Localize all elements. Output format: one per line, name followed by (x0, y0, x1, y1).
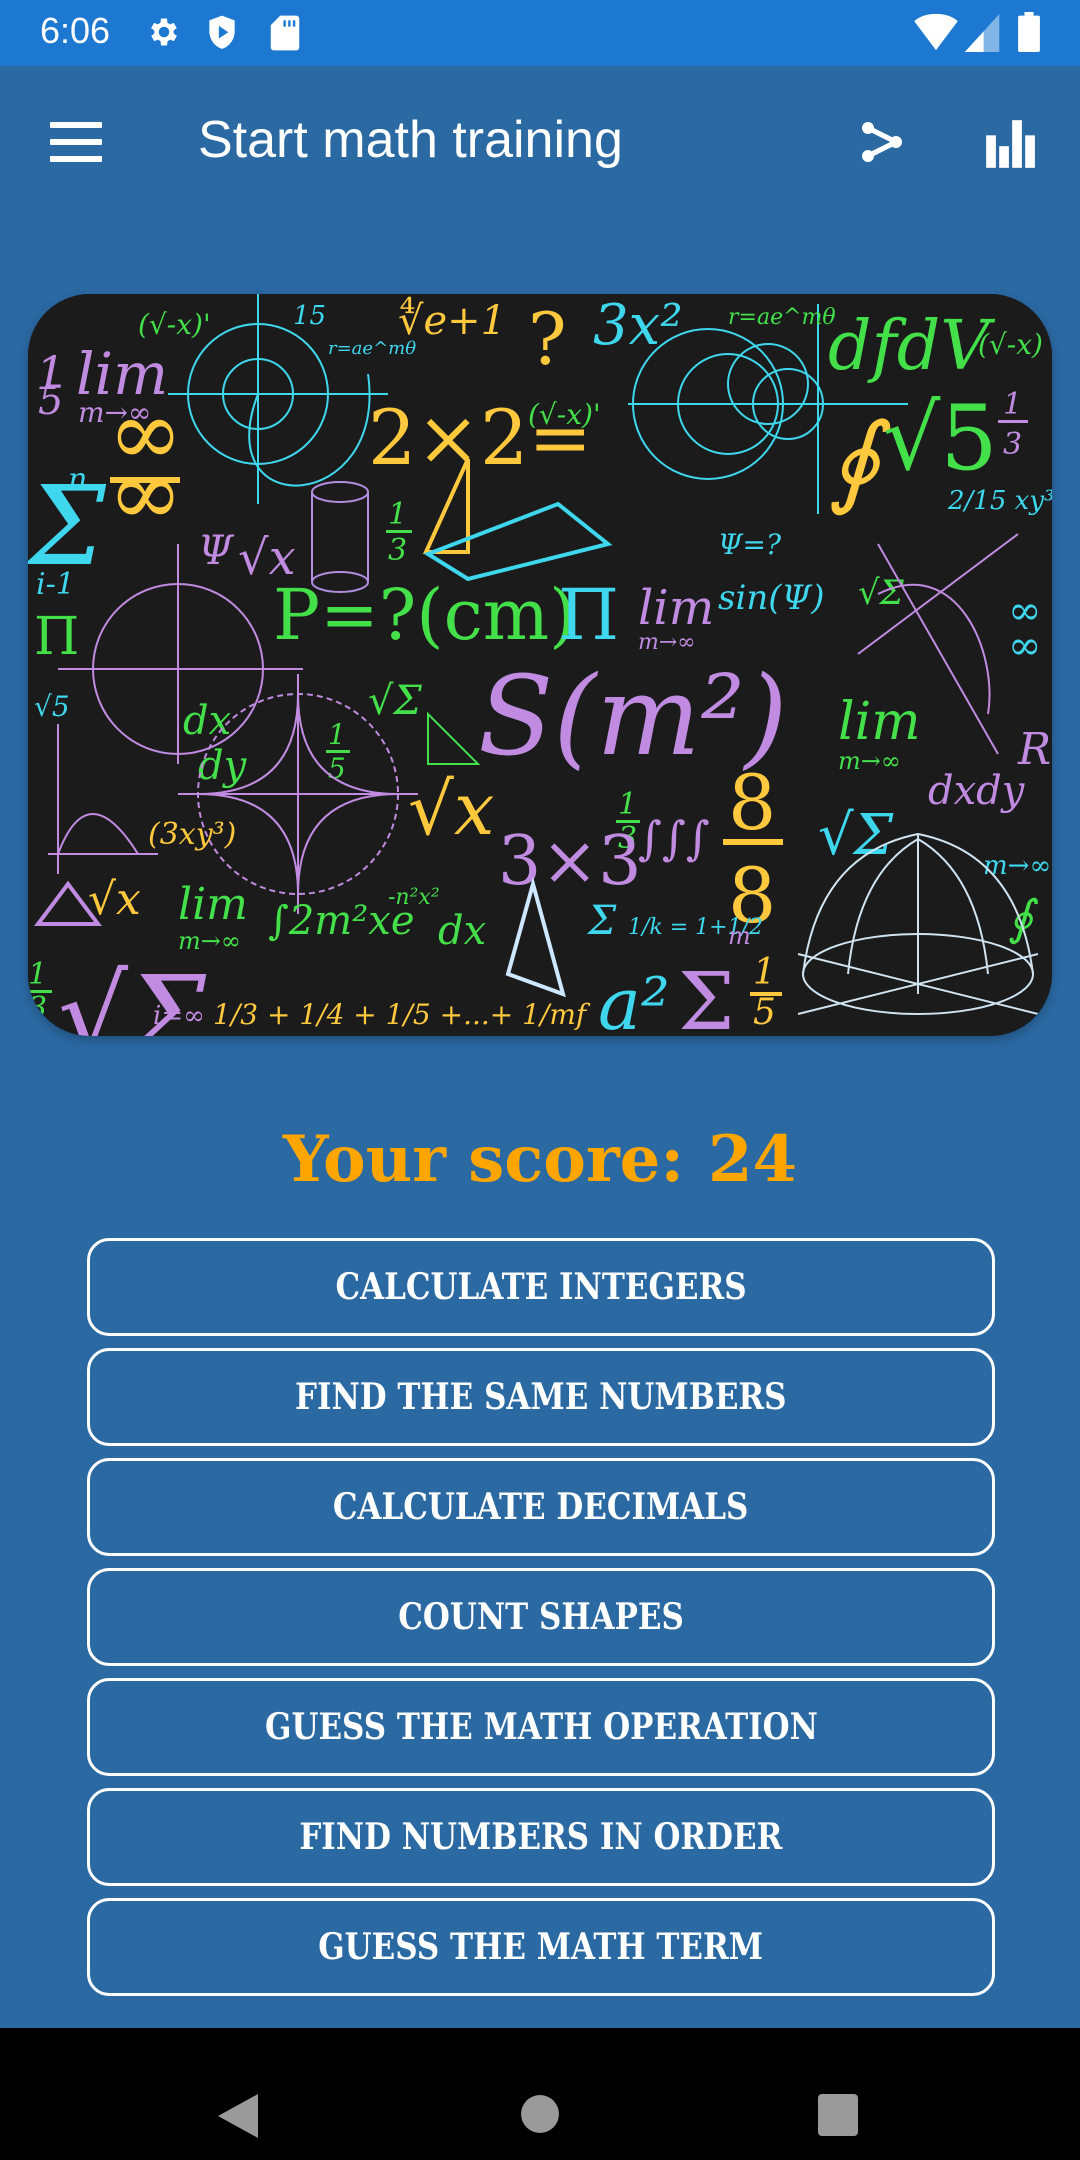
svg-text:a²: a² (598, 962, 670, 1036)
play-protect-icon (209, 15, 235, 49)
cellular-signal-icon (964, 14, 1000, 52)
svg-text:P=?(cm): P=?(cm) (273, 574, 576, 656)
button-label: FIND NUMBERS IN ORDER (299, 1816, 783, 1858)
svg-text:i=∞: i=∞ (153, 1001, 205, 1031)
svg-text:Σ: Σ (586, 898, 617, 944)
svg-text:2/15 xy³: 2/15 xy³ (947, 486, 1052, 516)
svg-text:(√-x)': (√-x)' (138, 308, 211, 341)
svg-text:∞: ∞ (108, 381, 183, 486)
svg-text:1/3 + 1/4 + 1/5 +...+ 1/mf: 1/3 + 1/4 + 1/5 +...+ 1/mf (213, 998, 591, 1031)
svg-text:8: 8 (728, 758, 776, 847)
score-value: 24 (708, 1122, 798, 1197)
svg-text:(3xy³): (3xy³) (148, 817, 236, 852)
svg-text:dy: dy (198, 743, 248, 789)
page-title: Start math training (198, 111, 623, 169)
hamburger-menu-icon[interactable] (50, 122, 102, 162)
score-display: Your score: 24 (0, 1122, 1080, 1197)
svg-text:lim: lim (838, 692, 921, 752)
svg-text:Ψ=?: Ψ=? (718, 528, 782, 561)
sd-card-icon (270, 15, 300, 51)
svg-text:3: 3 (28, 991, 47, 1026)
recents-icon[interactable] (818, 2094, 858, 2136)
svg-text:√Σ: √Σ (368, 678, 422, 724)
calculate-decimals-button[interactable]: CALCULATE DECIMALS (87, 1458, 995, 1556)
button-label: GUESS THE MATH TERM (318, 1926, 764, 1968)
button-label: CALCULATE INTEGERS (335, 1266, 747, 1308)
svg-text:i-1: i-1 (36, 567, 75, 602)
svg-text:m: m (728, 922, 751, 950)
button-label: FIND THE SAME NUMBERS (295, 1376, 787, 1418)
svg-text:∞: ∞ (1008, 623, 1041, 669)
svg-text:dfdV: dfdV (828, 307, 995, 386)
svg-text:∫∫∫: ∫∫∫ (638, 811, 710, 865)
button-label: CALCULATE DECIMALS (333, 1486, 749, 1528)
wifi-icon (914, 13, 958, 51)
bar-chart-icon[interactable] (984, 118, 1036, 170)
app-bar: Start math training (0, 66, 1080, 230)
svg-text:(√-x)': (√-x)' (528, 398, 601, 431)
svg-text:m→∞: m→∞ (983, 851, 1051, 881)
share-icon[interactable] (858, 118, 906, 166)
svg-text:Π: Π (34, 607, 79, 667)
back-icon[interactable] (218, 2094, 258, 2138)
guess-math-operation-button[interactable]: GUESS THE MATH OPERATION (87, 1678, 995, 1776)
svg-text:-n²x²: -n²x² (388, 885, 440, 910)
svg-text:√5: √5 (34, 690, 70, 723)
svg-text:1: 1 (753, 952, 776, 993)
score-label: Your score: (282, 1122, 685, 1197)
svg-text:lim: lim (178, 879, 248, 930)
svg-text:√Σ: √Σ (818, 803, 894, 868)
svg-text:3: 3 (1003, 427, 1022, 462)
svg-text:1: 1 (618, 787, 637, 822)
svg-text:sin(Ψ): sin(Ψ) (718, 578, 825, 618)
svg-text:m→∞: m→∞ (178, 927, 241, 955)
svg-text:5: 5 (38, 378, 63, 424)
button-label: GUESS THE MATH OPERATION (264, 1706, 818, 1748)
svg-text:1: 1 (28, 957, 47, 992)
count-shapes-button[interactable]: COUNT SHAPES (87, 1568, 995, 1666)
svg-text:1: 1 (1003, 387, 1022, 422)
button-label: COUNT SHAPES (398, 1596, 684, 1638)
guess-math-term-button[interactable]: GUESS THE MATH TERM (87, 1898, 995, 1996)
svg-text:3x²: 3x² (593, 294, 683, 358)
svg-text:3: 3 (388, 533, 407, 568)
svg-text:√5: √5 (883, 386, 998, 491)
svg-text:1: 1 (388, 497, 407, 532)
status-bar: 6:06 (0, 0, 1080, 66)
svg-text:5: 5 (753, 992, 776, 1033)
svg-text:m→∞: m→∞ (838, 747, 901, 775)
find-same-numbers-button[interactable]: FIND THE SAME NUMBERS (87, 1348, 995, 1446)
status-time: 6:06 (40, 10, 111, 51)
svg-text:Σ: Σ (678, 955, 735, 1036)
navigation-bar (0, 2028, 1080, 2160)
battery-icon (1018, 12, 1040, 52)
find-numbers-in-order-button[interactable]: FIND NUMBERS IN ORDER (87, 1788, 995, 1886)
svg-text:Π: Π (558, 574, 619, 656)
svg-text:(√-x): (√-x) (978, 328, 1043, 361)
home-icon[interactable] (521, 2095, 559, 2133)
svg-text:dx: dx (438, 908, 486, 954)
svg-text:3×3: 3×3 (498, 822, 642, 901)
svg-text:dx: dx (183, 698, 231, 744)
svg-text:r=ae^mθ: r=ae^mθ (728, 305, 836, 330)
svg-text:√x: √x (88, 874, 141, 925)
svg-text:?: ? (528, 297, 567, 381)
svg-text:n: n (68, 462, 87, 497)
calculate-integers-button[interactable]: CALCULATE INTEGERS (87, 1238, 995, 1336)
svg-text:1: 1 (328, 718, 346, 751)
svg-text:lim: lim (638, 580, 714, 636)
settings-icon (151, 18, 177, 46)
svg-text:Ψ: Ψ (198, 528, 235, 574)
math-chalkboard-image: 1 5 lim m→∞ (√-x)' ∞ ∞ Σ n i-1 Π √5 r=ae… (28, 294, 1052, 1036)
svg-text:15: 15 (293, 301, 326, 331)
svg-text:∜e+1: ∜e+1 (398, 296, 506, 344)
svg-text:√x: √x (408, 767, 494, 851)
svg-text:dxdy: dxdy (928, 768, 1026, 814)
